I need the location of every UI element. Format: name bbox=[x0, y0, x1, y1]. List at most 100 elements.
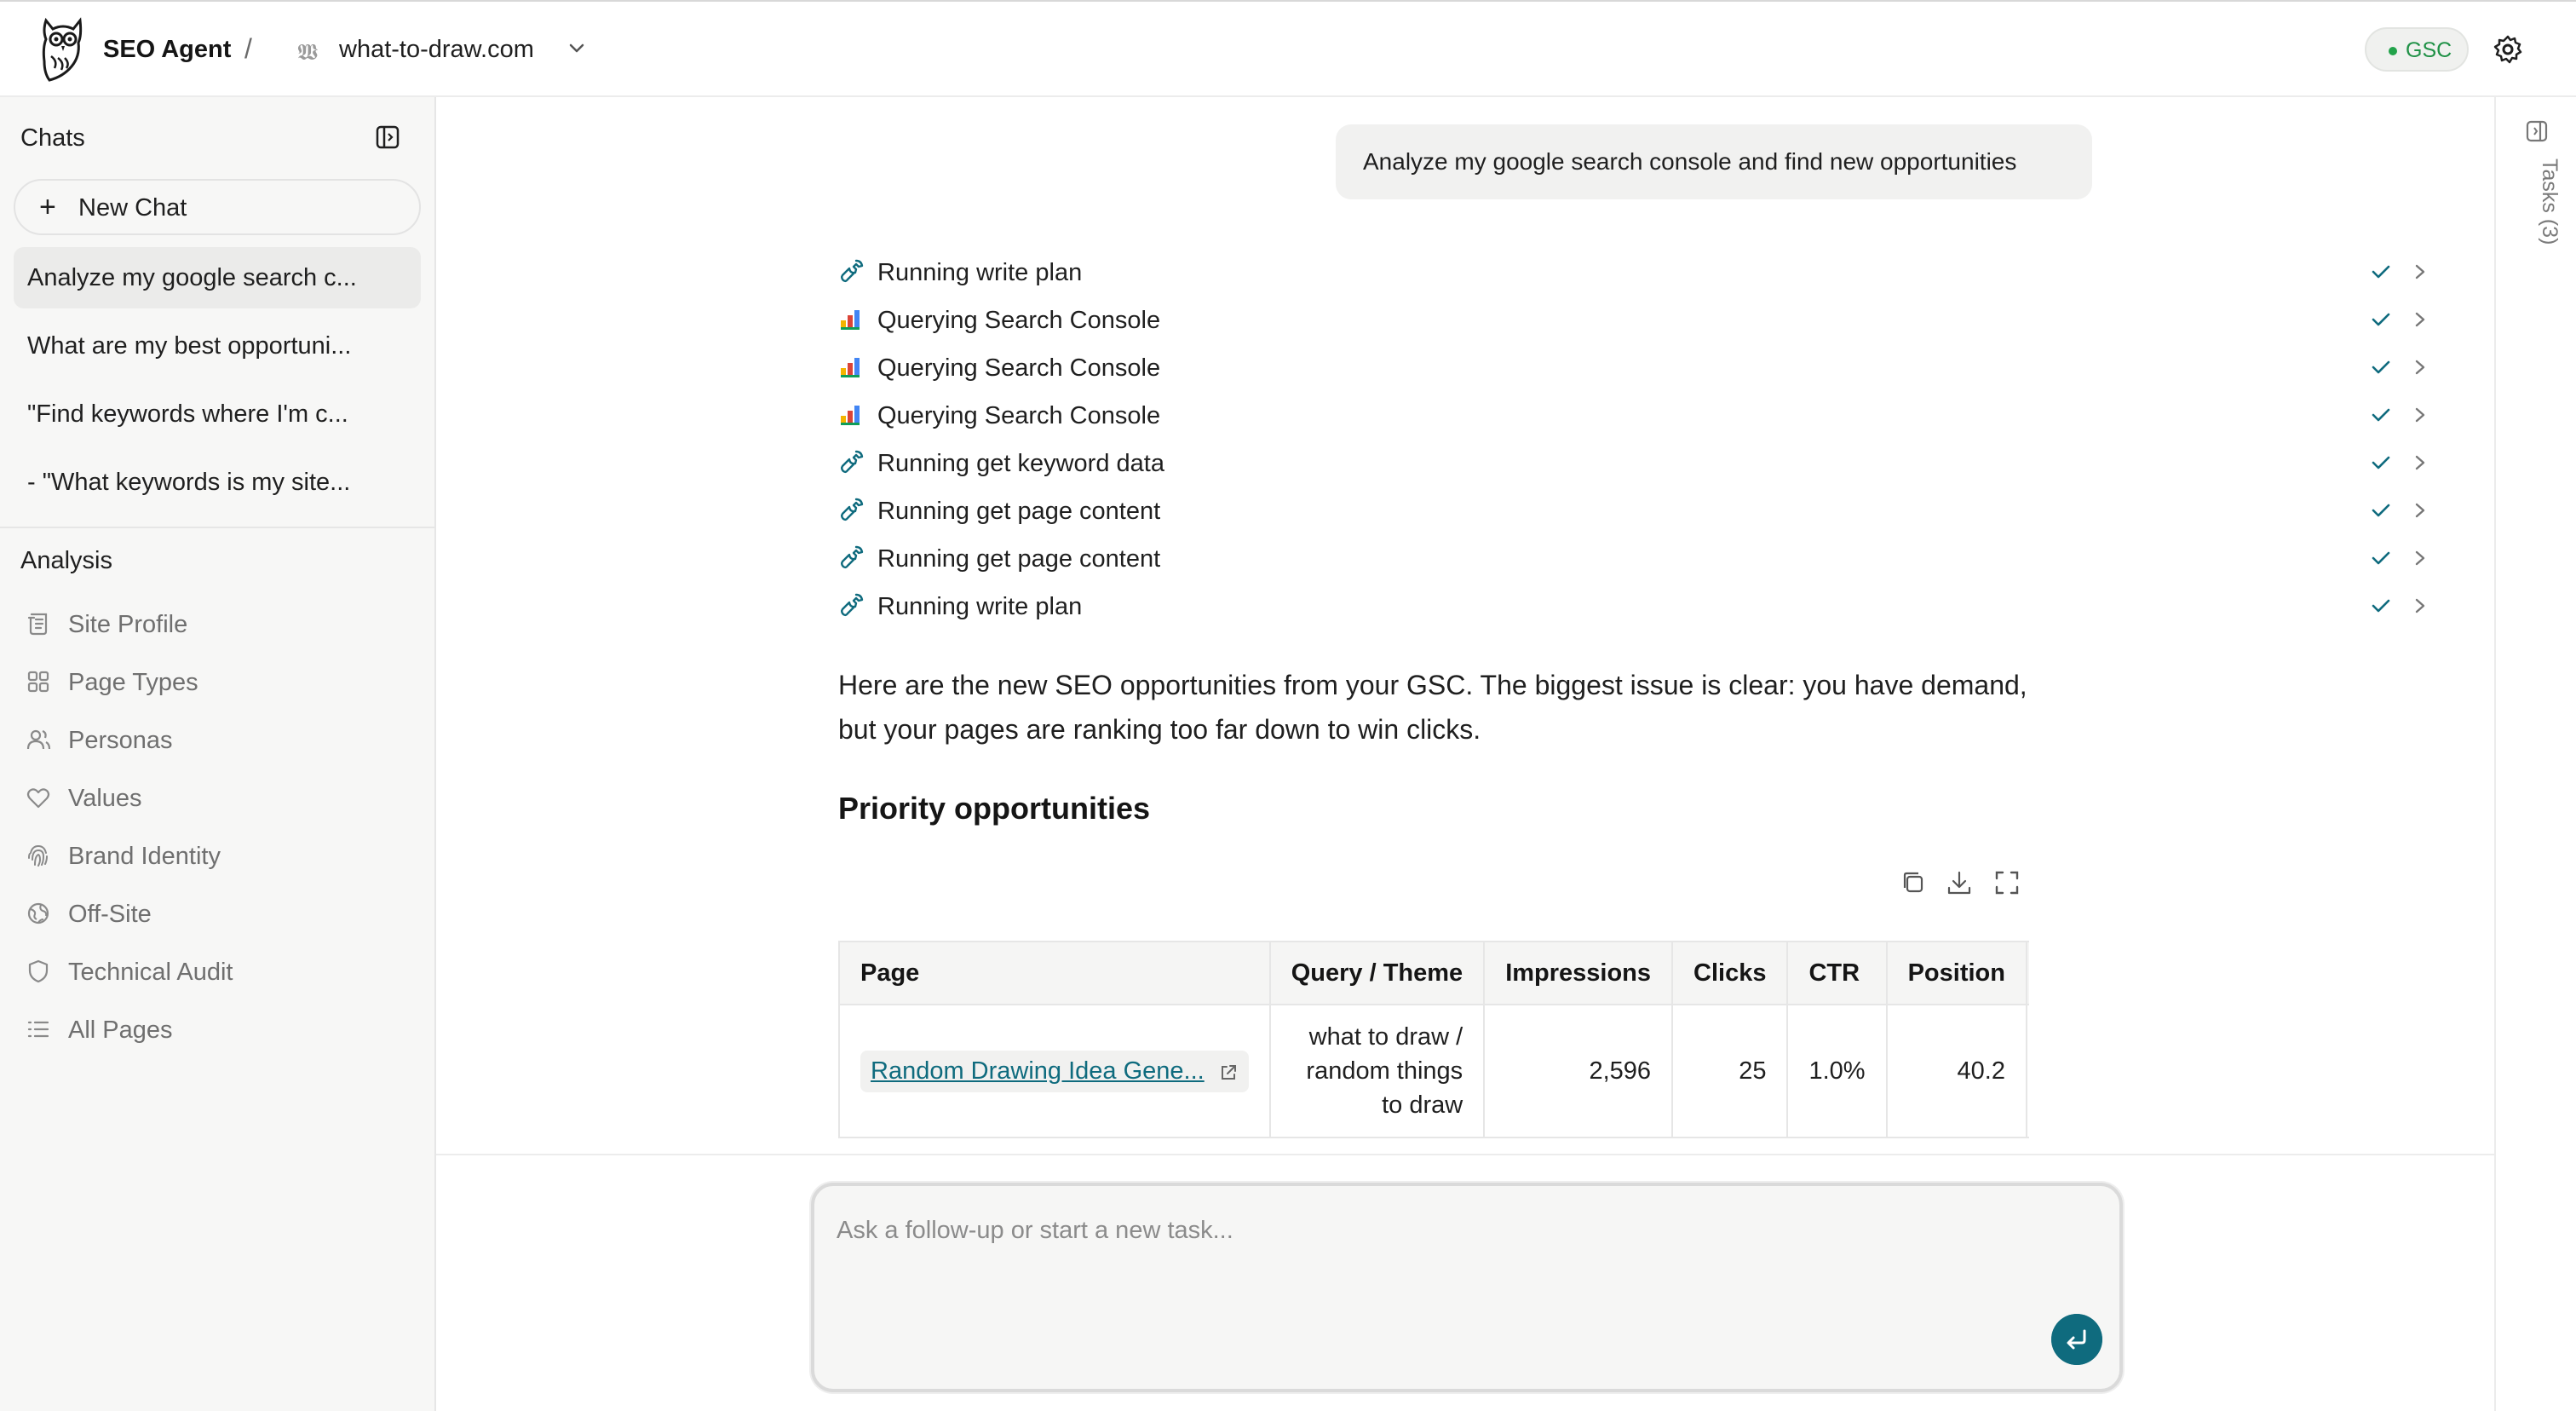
table-header-row: Page Query / Theme Impressions Clicks CT… bbox=[838, 941, 2029, 1005]
grid-icon bbox=[27, 671, 49, 693]
breadcrumb-separator: / bbox=[244, 33, 252, 64]
nav-label: All Pages bbox=[68, 1016, 173, 1044]
left-sidebar: Chats + New Chat Analyze my google searc… bbox=[0, 97, 436, 1411]
cell-position: 40.2 bbox=[1885, 1004, 2027, 1138]
chevron-right-icon[interactable] bbox=[2411, 356, 2429, 378]
nav-item-off-site[interactable]: Off-Site bbox=[26, 891, 400, 936]
sidebar-toggle-icon[interactable] bbox=[375, 124, 400, 150]
message-composer[interactable] bbox=[811, 1183, 2123, 1392]
download-icon[interactable] bbox=[1944, 867, 1975, 898]
chevron-down-icon[interactable] bbox=[567, 41, 586, 56]
gsc-status-badge[interactable]: GSC bbox=[2365, 27, 2469, 72]
nav-label: Personas bbox=[68, 727, 173, 754]
send-enter-icon[interactable] bbox=[2051, 1314, 2102, 1365]
wrench-icon bbox=[841, 450, 864, 473]
chat-list-item-active[interactable]: Analyze my google search c... bbox=[14, 247, 421, 308]
nav-item-page-types[interactable]: Page Types bbox=[26, 659, 400, 704]
new-chat-button[interactable]: + New Chat bbox=[14, 179, 421, 235]
tool-step-row[interactable]: Querying Search Console bbox=[838, 295, 2465, 343]
cell-impressions: 2,596 bbox=[1483, 1004, 1674, 1138]
chevron-right-icon[interactable] bbox=[2411, 452, 2429, 474]
panel-toggle-icon[interactable] bbox=[2525, 119, 2549, 143]
check-icon bbox=[2372, 456, 2390, 469]
check-icon bbox=[2372, 599, 2390, 613]
column-header-page: Page bbox=[838, 941, 1271, 1005]
expand-fullscreen-icon[interactable] bbox=[1992, 867, 2022, 898]
chat-title: What are my best opportuni... bbox=[27, 332, 352, 360]
page-link[interactable]: Random Drawing Idea Gene... bbox=[871, 1057, 1205, 1085]
globe-icon bbox=[27, 902, 49, 924]
nav-item-technical-audit[interactable]: Technical Audit bbox=[26, 949, 400, 993]
tool-step-label: Running get keyword data bbox=[877, 450, 1164, 477]
cell-ctr: 1.0% bbox=[1786, 1004, 1888, 1138]
wrench-icon bbox=[841, 593, 864, 616]
shield-icon bbox=[28, 959, 49, 983]
tool-step-label: Running write plan bbox=[877, 259, 1083, 286]
column-header-clicks: Clicks bbox=[1671, 941, 1789, 1005]
site-selector[interactable]: what-to-draw.com bbox=[339, 36, 534, 64]
tasks-label[interactable]: Tasks (3) bbox=[2537, 158, 2562, 245]
chevron-right-icon[interactable] bbox=[2411, 261, 2429, 283]
tool-step-row[interactable]: Querying Search Console bbox=[838, 343, 2465, 390]
chats-section-title: Chats bbox=[20, 124, 85, 152]
page-link-chip[interactable]: Random Drawing Idea Gene... bbox=[860, 1050, 1249, 1092]
tool-step-label: Running get page content bbox=[877, 498, 1161, 525]
nav-item-site-profile[interactable]: Site Profile bbox=[26, 602, 400, 646]
heart-icon bbox=[26, 788, 50, 809]
tool-step-row[interactable]: Running get page content bbox=[838, 533, 2465, 581]
plus-icon: + bbox=[39, 191, 56, 223]
column-header-position: Position bbox=[1885, 941, 2027, 1005]
nav-label: Off-Site bbox=[68, 901, 152, 928]
tool-step-label: Querying Search Console bbox=[877, 354, 1161, 382]
chat-list-item[interactable]: "Find keywords where I'm c... bbox=[14, 383, 421, 445]
cell-clicks: 25 bbox=[1671, 1004, 1789, 1138]
composer-area bbox=[436, 1154, 2494, 1411]
fingerprint-icon bbox=[28, 844, 48, 867]
top-bar: SEO Agent / 𝖂 what-to-draw.com GSC bbox=[0, 0, 2576, 97]
chevron-right-icon[interactable] bbox=[2411, 595, 2429, 617]
external-link-icon bbox=[1221, 1064, 1236, 1080]
chevron-right-icon[interactable] bbox=[2411, 308, 2429, 331]
tool-step-row[interactable]: Running get keyword data bbox=[838, 438, 2465, 486]
nav-item-all-pages[interactable]: All Pages bbox=[26, 1007, 400, 1051]
chat-title: - "What keywords is my site... bbox=[27, 469, 351, 496]
settings-gear-icon[interactable] bbox=[2493, 34, 2523, 65]
message-input[interactable] bbox=[837, 1205, 2029, 1256]
wrench-icon bbox=[841, 498, 864, 521]
user-message-text: Analyze my google search console and fin… bbox=[1363, 148, 2017, 175]
user-message-bubble: Analyze my google search console and fin… bbox=[1336, 124, 2092, 199]
check-icon bbox=[2372, 504, 2390, 517]
scroll-icon bbox=[27, 613, 48, 636]
chat-list-item[interactable]: What are my best opportuni... bbox=[14, 315, 421, 377]
nav-item-values[interactable]: Values bbox=[26, 775, 400, 820]
tool-step-row[interactable]: Running write plan bbox=[838, 247, 2465, 295]
nav-item-personas[interactable]: Personas bbox=[26, 717, 400, 762]
owl-logo-icon[interactable] bbox=[37, 14, 89, 85]
chevron-right-icon[interactable] bbox=[2411, 547, 2429, 569]
tool-step-row[interactable]: Running write plan bbox=[838, 581, 2465, 629]
copy-icon[interactable] bbox=[1898, 867, 1929, 898]
chevron-right-icon[interactable] bbox=[2411, 499, 2429, 521]
nav-label: Brand Identity bbox=[68, 843, 221, 870]
new-chat-label: New Chat bbox=[78, 194, 187, 222]
check-icon bbox=[2372, 360, 2390, 374]
status-dot-icon bbox=[2389, 47, 2397, 55]
check-icon bbox=[2372, 408, 2390, 422]
tasks-rail[interactable]: Tasks (3) bbox=[2494, 97, 2576, 1411]
chat-list-item[interactable]: - "What keywords is my site... bbox=[14, 452, 421, 513]
column-header-query: Query / Theme bbox=[1268, 941, 1486, 1005]
cell-overflow bbox=[2025, 1004, 2029, 1138]
tool-step-row[interactable]: Querying Search Console bbox=[838, 390, 2465, 438]
wrench-icon bbox=[841, 545, 864, 568]
search-console-icon bbox=[841, 406, 860, 425]
wrench-icon bbox=[841, 259, 864, 282]
tool-step-label: Querying Search Console bbox=[877, 307, 1161, 334]
assistant-answer-text: Here are the new SEO opportunities from … bbox=[838, 670, 2027, 745]
nav-label: Site Profile bbox=[68, 611, 188, 638]
chevron-right-icon[interactable] bbox=[2411, 404, 2429, 426]
nav-item-brand-identity[interactable]: Brand Identity bbox=[26, 833, 400, 878]
sidebar-divider bbox=[0, 527, 434, 528]
tool-step-row[interactable]: Running get page content bbox=[838, 486, 2465, 533]
tool-step-label: Running write plan bbox=[877, 593, 1083, 620]
opportunities-table-container[interactable]: Page Query / Theme Impressions Clicks CT… bbox=[838, 941, 2029, 1154]
